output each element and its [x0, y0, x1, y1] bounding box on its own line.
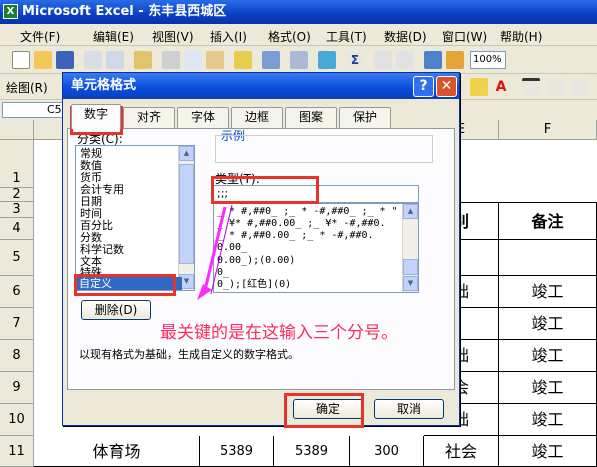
annotation-text: 最关键的是在这输入三个分号。 [160, 323, 398, 343]
arrow-head-icon [197, 284, 212, 300]
tab-number[interactable]: 数字 [71, 104, 121, 129]
annotation-arrows [197, 204, 233, 300]
